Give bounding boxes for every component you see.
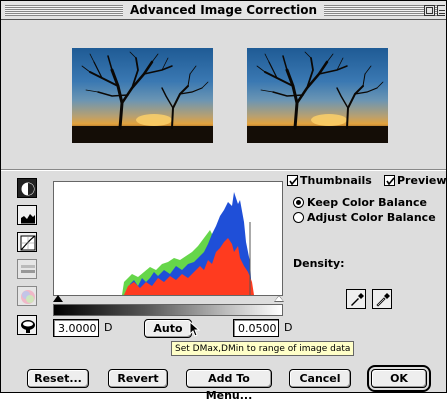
advanced-image-correction-window: Advanced Image Correction 3.0000 D Auto … xyxy=(0,0,447,402)
preview-label[interactable]: Preview xyxy=(397,174,447,187)
density-label: Density: xyxy=(293,257,345,270)
tree-silhouette-image xyxy=(72,51,213,143)
tonal-gradient-bar xyxy=(53,304,283,316)
original-thumbnail xyxy=(72,48,213,143)
revert-button[interactable]: Revert xyxy=(108,369,168,388)
keep-color-balance-label[interactable]: Keep Color Balance xyxy=(307,196,427,209)
auto-tooltip: Set DMax,DMin to range of image data xyxy=(171,341,355,356)
ok-button[interactable]: OK xyxy=(367,365,431,392)
auto-button[interactable]: Auto xyxy=(144,319,192,338)
collapse-box-icon[interactable] xyxy=(437,5,445,16)
tree-silhouette-image xyxy=(247,51,388,143)
keep-color-balance-radio[interactable] xyxy=(293,197,304,208)
dmin-field[interactable]: 0.0500 xyxy=(233,319,279,337)
levels-tool-button[interactable] xyxy=(17,259,37,279)
histogram-graph xyxy=(122,192,254,295)
white-eyedropper-button[interactable] xyxy=(372,289,392,309)
contrast-icon xyxy=(21,182,35,196)
saturation-icon xyxy=(21,320,35,333)
mouse-pointer-icon xyxy=(189,321,201,337)
black-point-slider-handle[interactable] xyxy=(53,295,63,302)
contrast-tool-button[interactable] xyxy=(17,178,37,198)
curves-icon xyxy=(20,235,36,251)
saturation-tool-button[interactable] xyxy=(17,315,37,335)
adjust-color-balance-label[interactable]: Adjust Color Balance xyxy=(307,211,436,224)
white-point-slider-handle[interactable] xyxy=(274,295,284,302)
reset-button[interactable]: Reset... xyxy=(27,369,89,388)
cancel-button[interactable]: Cancel xyxy=(289,369,351,388)
color-wheel-tool-button[interactable] xyxy=(17,286,37,306)
window-title: Advanced Image Correction xyxy=(122,3,325,17)
dmin-unit: D xyxy=(284,321,293,334)
add-to-menu-button[interactable]: Add To Menu... xyxy=(186,369,272,402)
histogram-panel[interactable] xyxy=(53,181,283,296)
thumbnails-label[interactable]: Thumbnails xyxy=(300,174,372,187)
checkmark-icon xyxy=(289,177,298,186)
corrected-thumbnail xyxy=(247,48,388,143)
thumbnails-checkbox[interactable] xyxy=(287,175,298,186)
section-divider xyxy=(1,169,446,171)
zoom-box-icon[interactable] xyxy=(424,5,435,16)
eyedropper-icon xyxy=(376,293,390,307)
dmax-field[interactable]: 3.0000 xyxy=(53,319,99,337)
color-wheel-icon xyxy=(21,290,35,304)
checkmark-icon xyxy=(386,177,395,186)
histogram-icon xyxy=(21,214,35,224)
eyedropper-icon xyxy=(351,293,364,306)
black-eyedropper-button[interactable] xyxy=(346,289,366,309)
adjust-color-balance-radio[interactable] xyxy=(293,212,304,223)
curves-tool-button[interactable] xyxy=(17,232,37,252)
histogram-tool-button[interactable] xyxy=(17,205,37,225)
preview-checkbox[interactable] xyxy=(384,175,395,186)
dmax-unit: D xyxy=(104,321,113,334)
title-bar[interactable]: Advanced Image Correction xyxy=(1,1,446,20)
levels-icon xyxy=(21,265,35,273)
